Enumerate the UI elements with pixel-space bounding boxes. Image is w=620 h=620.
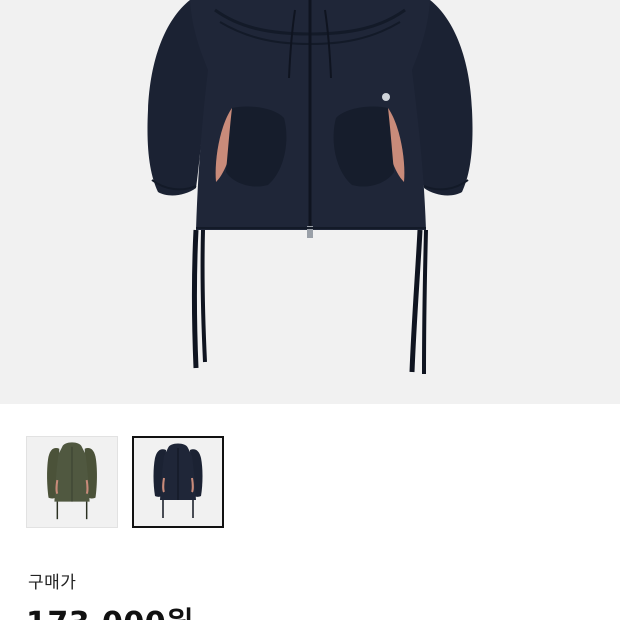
product-main-image[interactable] bbox=[0, 0, 620, 404]
thumbnail-strip bbox=[26, 436, 224, 528]
khaki-jacket-thumbnail-icon bbox=[47, 442, 97, 520]
product-detail-page: 구매가 173,000원 bbox=[0, 0, 620, 620]
price-value: 173,000원 bbox=[26, 598, 194, 620]
thumbnail-navy[interactable] bbox=[132, 436, 224, 528]
navy-hooded-jacket-icon bbox=[147, 0, 473, 375]
thumbnail-khaki[interactable] bbox=[26, 436, 118, 528]
price-label: 구매가 bbox=[28, 573, 77, 593]
navy-jacket-thumbnail-icon bbox=[153, 443, 203, 518]
